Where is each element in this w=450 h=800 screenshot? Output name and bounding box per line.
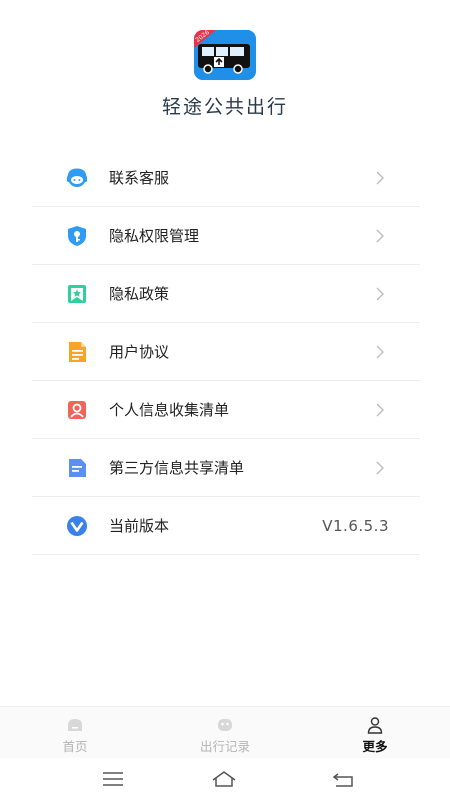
menu-item-personal-info-list[interactable]: 个人信息收集清单 [32,381,420,439]
chevron-right-icon [376,171,384,185]
menu-icon[interactable] [100,768,126,790]
settings-menu: 联系客服 隐私权限管理 隐私政策 用户协议 个人信息收集清单 第三方信息共享清单… [32,149,420,555]
trip-record-icon [218,719,232,731]
menu-item-user-agreement[interactable]: 用户协议 [32,323,420,381]
user-icon [367,717,383,734]
menu-item-current-version: 当前版本 V1.6.5.3 [32,497,420,555]
menu-item-label: 隐私权限管理 [109,227,200,245]
tab-trip-records[interactable]: 出行记录 [165,707,285,759]
tab-label: 出行记录 [199,739,250,754]
chevron-right-icon [376,229,384,243]
chevron-right-icon [376,403,384,417]
list-document-icon [69,459,86,477]
person-card-icon [68,401,86,419]
header: 2026 轻途公共出行 [0,0,450,150]
home-icon[interactable] [211,768,237,790]
bottom-tab-bar: 首页 出行记录 更多 [0,706,450,758]
home-icon [68,719,82,731]
menu-item-third-party-sharing[interactable]: 第三方信息共享清单 [32,439,420,497]
menu-item-label: 隐私政策 [109,285,170,303]
menu-item-label: 当前版本 [109,517,170,535]
document-icon [69,342,86,362]
shield-key-icon [68,226,86,246]
bookmark-star-icon [68,285,86,303]
menu-item-label: 第三方信息共享清单 [109,459,245,477]
tab-home[interactable]: 首页 [15,707,135,759]
chevron-right-icon [376,461,384,475]
menu-item-privacy-permissions[interactable]: 隐私权限管理 [32,207,420,265]
menu-item-label: 用户协议 [109,343,170,361]
menu-item-label: 个人信息收集清单 [109,401,230,419]
tab-label: 更多 [362,739,388,754]
tab-label: 首页 [62,739,88,754]
back-icon[interactable] [330,768,356,790]
menu-item-privacy-policy[interactable]: 隐私政策 [32,265,420,323]
menu-item-label: 联系客服 [109,169,170,187]
tab-more[interactable]: 更多 [315,707,435,759]
chevron-right-icon [376,287,384,301]
app-title: 轻途公共出行 [161,96,288,118]
chevron-right-icon [376,345,384,359]
app-logo: 2026 [194,30,256,80]
version-number: V1.6.5.3 [322,517,389,535]
version-v-icon [67,516,87,536]
menu-item-contact-service[interactable]: 联系客服 [32,149,420,207]
system-navigation-bar [0,758,450,800]
customer-service-icon [67,168,87,187]
